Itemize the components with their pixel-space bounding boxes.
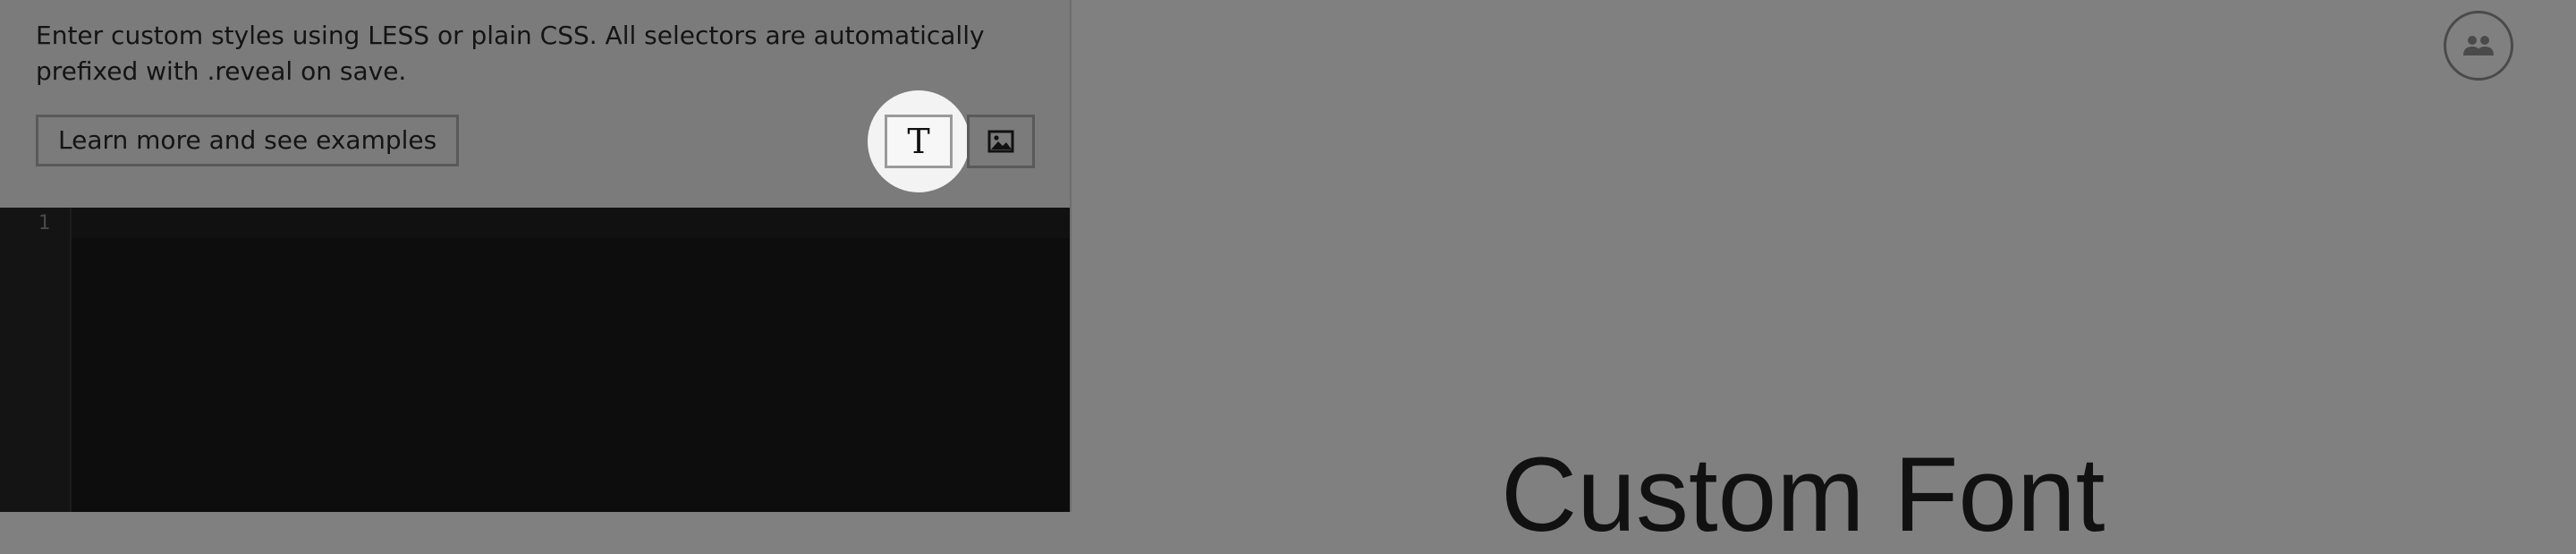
css-code-editor[interactable]: 1 [0,208,1070,512]
collaborators-button[interactable] [2444,11,2513,81]
css-help-text: Enter custom styles using LESS or plain … [36,21,985,86]
text-font-icon: T [907,122,930,161]
image-icon [987,130,1014,153]
editor-gutter: 1 [0,208,72,512]
learn-more-button[interactable]: Learn more and see examples [36,115,460,166]
add-font-button[interactable]: T [885,115,953,168]
custom-css-panel: Enter custom styles using LESS or plain … [0,0,1072,512]
add-image-button[interactable] [967,115,1035,168]
line-number: 1 [38,212,50,234]
editor-active-line[interactable] [72,208,1070,238]
users-icon [2463,36,2494,55]
slide-preview-title: Custom Font [1501,436,2106,554]
